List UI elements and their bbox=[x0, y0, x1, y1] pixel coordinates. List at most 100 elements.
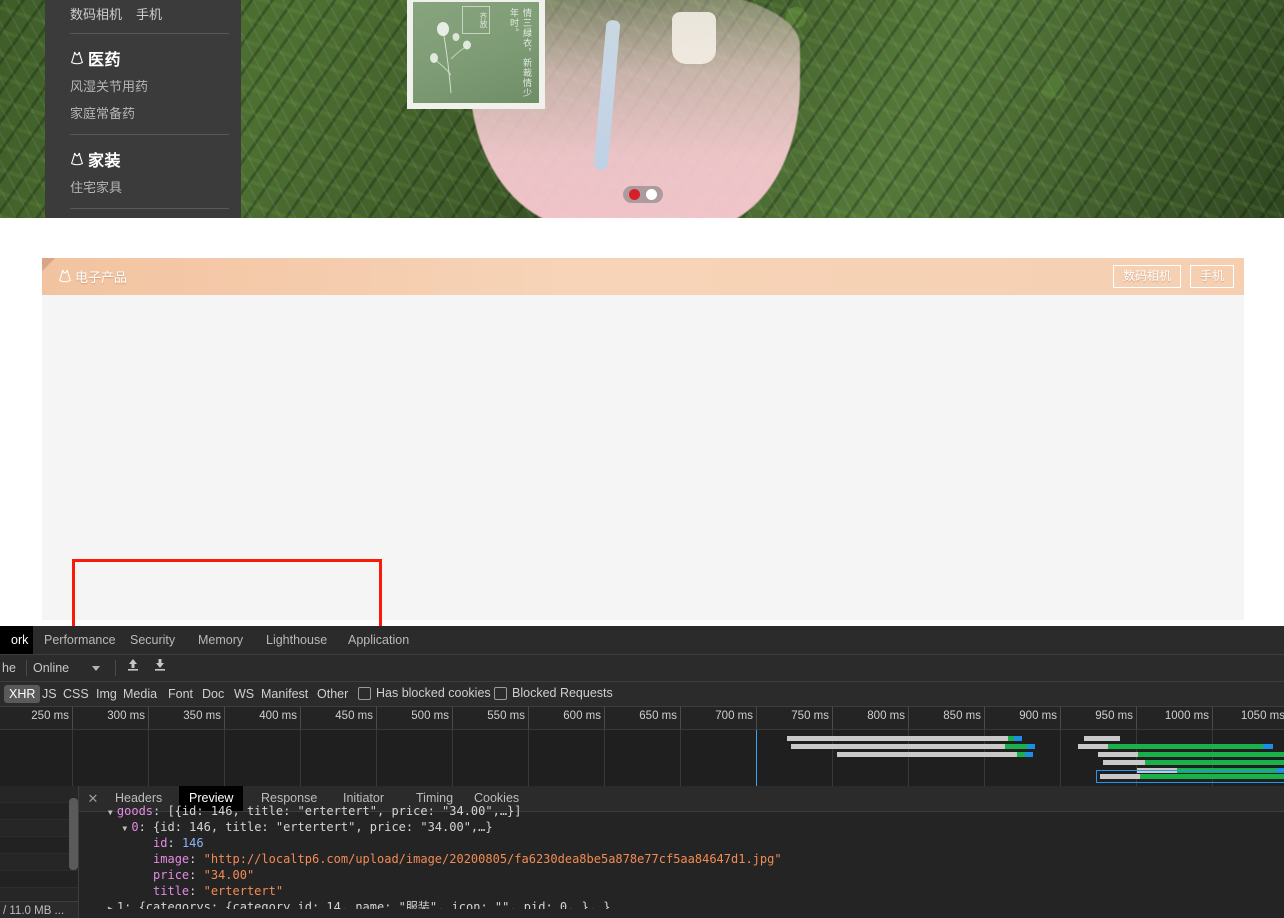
request-row[interactable] bbox=[0, 803, 78, 820]
timeline-ruler: 250 ms 300 ms 350 ms 400 ms 450 ms 500 ms 550 … bbox=[0, 707, 1284, 730]
request-detail-pane: ✕ Headers Preview Response Initiator Timing C… bbox=[79, 786, 1284, 918]
waterfall-bar[interactable] bbox=[837, 752, 1033, 757]
request-row[interactable] bbox=[0, 820, 78, 837]
waterfall-bar[interactable] bbox=[1103, 760, 1284, 765]
sidebar-group-home-decor[interactable]: 家装 bbox=[57, 135, 229, 171]
import-har-button[interactable] bbox=[126, 655, 140, 681]
request-list[interactable]: / 11.0 MB ... bbox=[0, 786, 79, 918]
waterfall-marker-segment bbox=[1263, 744, 1273, 749]
catalog-section: 电子产品 数码相机 手机 bbox=[0, 218, 1284, 699]
waterfall-marker-segment bbox=[1014, 736, 1022, 741]
json-line[interactable]: 0: {id: 146, title: "ertertert", price: … bbox=[79, 819, 1284, 835]
sidebar-group-medicine[interactable]: 医药 bbox=[57, 34, 229, 70]
filter-chip-xhr[interactable]: XHR bbox=[4, 685, 41, 703]
waterfall-download-segment bbox=[1108, 744, 1263, 749]
carousel-indicator[interactable] bbox=[623, 186, 663, 203]
timeline-tick-label: 250 ms bbox=[31, 710, 69, 722]
timeline-tick: 750 ms bbox=[756, 707, 833, 729]
request-row[interactable] bbox=[0, 786, 78, 803]
json-token: 1: {categorys: {category_id: 14, name: "… bbox=[116, 900, 611, 909]
request-list-scrollbar[interactable] bbox=[69, 798, 78, 870]
timeline-tick-label: 1000 ms bbox=[1164, 710, 1209, 722]
waterfall-bar[interactable] bbox=[791, 744, 1035, 749]
checkbox-box-icon[interactable] bbox=[358, 686, 371, 700]
json-line[interactable]: price: "34.00" bbox=[79, 867, 1284, 883]
devtools-tab-performance[interactable]: Performance bbox=[33, 626, 119, 654]
waterfall-bar[interactable] bbox=[787, 736, 1022, 741]
throttling-select-value[interactable]: Online bbox=[33, 655, 69, 681]
filter-chip-media[interactable]: Media bbox=[118, 685, 162, 703]
timeline-tick-label: 650 ms bbox=[639, 710, 677, 722]
timeline-tick-label: 850 ms bbox=[943, 710, 981, 722]
export-har-button[interactable] bbox=[153, 655, 167, 681]
devtools-lower-area: / 11.0 MB ... ✕ Headers Preview Response In… bbox=[0, 786, 1284, 918]
json-token: : bbox=[189, 852, 204, 866]
waterfall-waiting-segment bbox=[1100, 774, 1140, 779]
sidebar-item-residential-furniture[interactable]: 住宅家具 bbox=[57, 171, 229, 198]
network-filter-bar: XHR JS CSS Img Media Font Doc WS Manifest Other Ha… bbox=[0, 682, 1284, 707]
request-row[interactable] bbox=[0, 854, 78, 871]
timeline-tick: 250 ms bbox=[0, 707, 73, 729]
filter-chip-ws[interactable]: WS bbox=[229, 685, 259, 703]
timeline-tick-label: 350 ms bbox=[183, 710, 221, 722]
json-line[interactable]: title: "ertertert" bbox=[79, 883, 1284, 899]
chevron-right-icon[interactable] bbox=[108, 899, 117, 909]
filter-chip-css[interactable]: CSS bbox=[58, 685, 94, 703]
sidebar-item-household-medicine[interactable]: 家庭常备药 bbox=[57, 97, 229, 124]
devtools-tab-lighthouse[interactable]: Lighthouse bbox=[255, 626, 337, 654]
carousel-dot-active[interactable] bbox=[629, 189, 640, 200]
waterfall-waiting-segment bbox=[1084, 736, 1120, 741]
filter-chip-other[interactable]: Other bbox=[312, 685, 353, 703]
sidebar-item-rheumatism[interactable]: 风湿关节用药 bbox=[57, 70, 229, 97]
devtools-tab-memory[interactable]: Memory bbox=[187, 626, 255, 654]
waterfall-gridline bbox=[1060, 730, 1061, 786]
sidebar-link-mobile-phone[interactable]: 手机 bbox=[136, 7, 162, 22]
waterfall-bar[interactable] bbox=[1100, 774, 1284, 779]
waterfall-bar[interactable] bbox=[1098, 752, 1284, 757]
waterfall-bar[interactable] bbox=[1078, 744, 1273, 749]
devtools-tab-ork[interactable]: ork bbox=[0, 626, 33, 654]
catalog-button-digital-camera[interactable]: 数码相机 bbox=[1112, 265, 1181, 288]
waterfall-download-segment bbox=[1017, 752, 1025, 757]
sidebar-link-digital-camera[interactable]: 数码相机 bbox=[70, 7, 122, 22]
json-token: goods bbox=[116, 804, 154, 818]
waterfall-waiting-segment bbox=[1103, 760, 1145, 765]
json-line[interactable]: goods: [{id: 146, title: "ertertert", pr… bbox=[79, 803, 1284, 819]
json-token: : {id: 146, title: "ertertert", price: "… bbox=[138, 820, 493, 834]
catalog-products-area bbox=[42, 295, 1244, 699]
request-row[interactable] bbox=[0, 871, 78, 888]
checkbox-has-blocked-cookies[interactable]: Has blocked cookies bbox=[358, 686, 491, 700]
waterfall-gridline bbox=[300, 730, 301, 786]
waterfall-download-segment bbox=[1005, 744, 1027, 749]
filter-chip-manifest[interactable]: Manifest bbox=[256, 685, 313, 703]
json-line[interactable]: image: "http://localtp6.com/upload/image… bbox=[79, 851, 1284, 867]
timeline-tick: 550 ms bbox=[452, 707, 529, 729]
json-preview-viewer[interactable]: goods: [{id: 146, title: "ertertert", pr… bbox=[79, 802, 1284, 909]
sidebar-group-home-decor-label: 家装 bbox=[88, 153, 122, 170]
catalog-button-mobile-phone[interactable]: 手机 bbox=[1189, 265, 1234, 288]
checkbox-box-icon[interactable] bbox=[494, 686, 507, 700]
devtools-tab-application[interactable]: Application bbox=[337, 626, 421, 654]
devtools-tabbar: ork Performance Security Memory Lighthouse Ap… bbox=[0, 626, 1284, 655]
timeline-tick-label: 500 ms bbox=[411, 710, 449, 722]
json-token: 0 bbox=[131, 820, 139, 834]
timeline-tick: 800 ms bbox=[832, 707, 909, 729]
json-line[interactable]: id: 146 bbox=[79, 835, 1284, 851]
filter-chip-font[interactable]: Font bbox=[163, 685, 198, 703]
request-row[interactable] bbox=[0, 837, 78, 854]
chevron-down-icon[interactable] bbox=[92, 655, 100, 681]
devtools-tab-security[interactable]: Security bbox=[119, 626, 187, 654]
timeline-tick: 850 ms bbox=[908, 707, 985, 729]
json-line[interactable]: 1: {categorys: {category_id: 14, name: "… bbox=[79, 899, 1284, 909]
waterfall-gridline bbox=[528, 730, 529, 786]
waterfall-download-segment bbox=[1145, 760, 1284, 765]
carousel-dot-2[interactable] bbox=[646, 189, 657, 200]
catalog-title-label: 电子产品 bbox=[75, 270, 128, 285]
checkbox-blocked-requests[interactable]: Blocked Requests bbox=[494, 686, 613, 700]
disable-cache-label[interactable]: he bbox=[2, 655, 16, 681]
transfer-size-status: / 11.0 MB ... bbox=[0, 901, 78, 918]
waterfall-bar[interactable] bbox=[1084, 736, 1120, 741]
sidebar-top-links[interactable]: 数码相机 手机 bbox=[57, 0, 229, 23]
filter-chip-doc[interactable]: Doc bbox=[197, 685, 229, 703]
timeline-tick: 450 ms bbox=[300, 707, 377, 729]
